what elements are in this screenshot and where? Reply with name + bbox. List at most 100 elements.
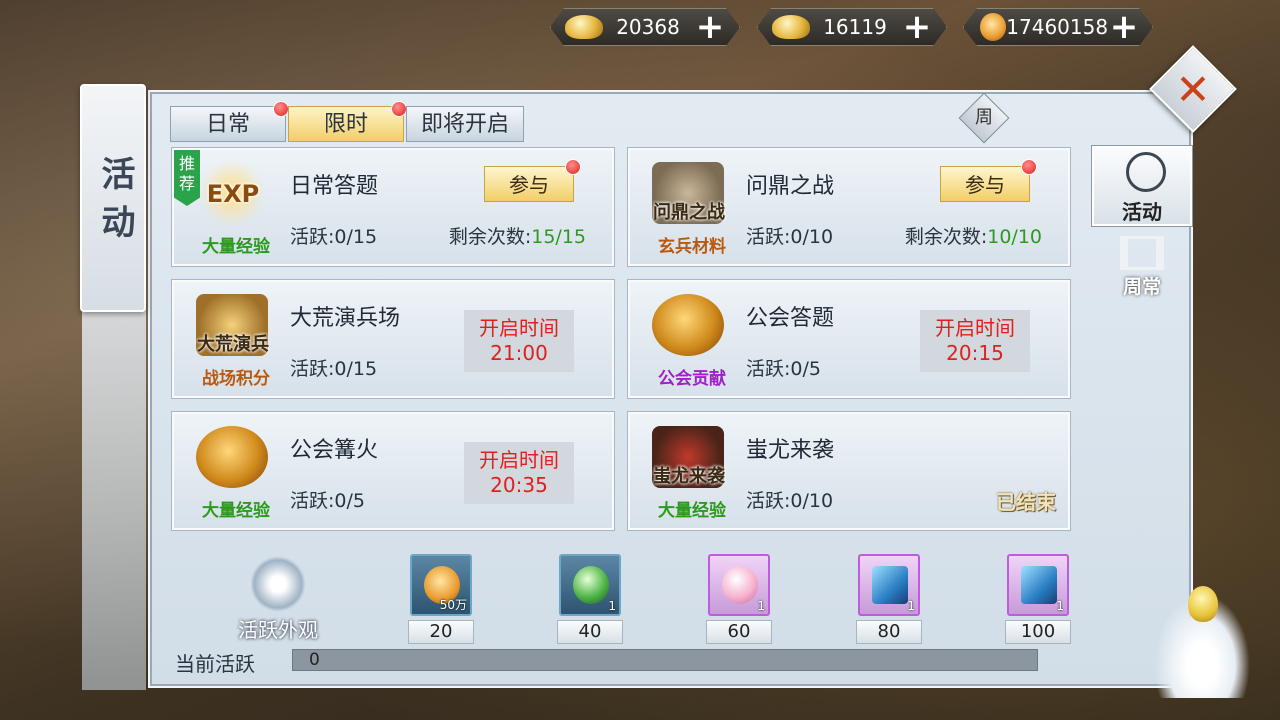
tab-upcoming[interactable]: 即将开启 [406, 106, 524, 142]
tab-limited[interactable]: 限时 [288, 101, 407, 142]
reward-item-20[interactable]: 50万 [410, 554, 472, 616]
reward-item-40[interactable]: 1 [559, 554, 621, 616]
reward-caption: 大量经验 [658, 501, 726, 521]
active-progress-bar: 0 [292, 649, 1038, 671]
activity-card-chiyou: 蚩尤来袭 大量经验 蚩尤来袭 活跃:0/10 已结束 [628, 412, 1070, 530]
locked-gold-ingot-icon [565, 15, 603, 39]
join-button[interactable]: 参与 [484, 159, 581, 202]
week-badge-label: 周 [975, 107, 993, 128]
activity-card-guild-quiz: 公会贡献 公会答题 活跃:0/5 开启时间 20:15 [628, 280, 1070, 398]
activity-points: 活跃:0/10 [746, 226, 834, 248]
remaining-label: 剩余次数: [448, 226, 532, 248]
activity-card-guild-bonfire: 大量经验 公会篝火 活跃:0/5 开启时间 20:35 [172, 412, 614, 530]
notification-dot-icon [273, 101, 289, 117]
ended-status: 已结束 [996, 490, 1056, 514]
reward-quantity: 1 [757, 599, 765, 613]
add-currency-button[interactable]: + [693, 12, 727, 42]
notification-dot-icon [565, 159, 581, 175]
guild-token-icon [652, 294, 724, 356]
outfit-emblem-icon [250, 556, 306, 612]
activity-card-dahuang: 大荒演兵 战场积分 大荒演兵场 活跃:0/15 开启时间 21:00 [172, 280, 614, 398]
reward-quantity: 1 [1056, 599, 1064, 613]
outfit-label: 活跃外观 [238, 618, 318, 642]
reward-caption: 玄兵材料 [658, 237, 726, 257]
activity-name: 问鼎之战 [746, 174, 835, 199]
activity-name: 公会答题 [746, 306, 835, 331]
page-title-text: 活动 [95, 156, 135, 252]
reward-quantity: 1 [608, 599, 616, 613]
activity-card-wending: 问鼎之战 玄兵材料 问鼎之战 活跃:0/10 剩余次数:10/10 参与 [628, 148, 1070, 266]
tab-bar: 日常 限时 即将开启 [170, 101, 524, 142]
currency-value: 17460158 [1006, 15, 1109, 39]
nav-weekly[interactable]: 周常 [1110, 232, 1174, 298]
blue-token-icon [1021, 566, 1057, 604]
activity-points: 活跃:0/5 [746, 358, 821, 380]
tab-daily[interactable]: 日常 [170, 101, 289, 142]
reward-caption: 公会贡献 [658, 369, 726, 389]
reward-caption: 战场积分 [202, 369, 270, 389]
activity-name: 日常答题 [290, 174, 379, 199]
tab-label: 即将开启 [421, 112, 510, 137]
add-currency-button[interactable]: + [900, 12, 934, 42]
activity-points: 活跃:0/15 [290, 226, 378, 248]
nav-activity[interactable]: 活动 [1092, 146, 1192, 226]
activity-points: 活跃:0/5 [290, 490, 365, 512]
blue-token-icon [872, 566, 908, 604]
open-time-label: 开启时间 [479, 316, 559, 340]
open-time-label: 开启时间 [479, 448, 559, 472]
side-scroll-decoration [82, 300, 146, 690]
open-time-box: 开启时间 20:15 [920, 310, 1030, 372]
icon-label: 蚩尤来袭 [653, 466, 725, 487]
milestone-label: 60 [706, 620, 772, 644]
join-button[interactable]: 参与 [940, 159, 1037, 202]
open-time-box: 开启时间 20:35 [464, 442, 574, 504]
open-time-value: 20:15 [946, 341, 1004, 365]
guild-token-icon [196, 426, 268, 488]
current-active-label: 当前活跃 [175, 652, 255, 676]
join-label: 参与 [509, 173, 549, 197]
reward-quantity: 50万 [439, 598, 467, 612]
open-time-value: 21:00 [490, 341, 548, 365]
milestone-label: 20 [408, 620, 474, 644]
nav-weekly-label: 周常 [1122, 276, 1161, 298]
open-time-box: 开启时间 21:00 [464, 310, 574, 372]
reward-item-100[interactable]: 1 [1007, 554, 1069, 616]
activity-points: 活跃:0/10 [746, 490, 834, 512]
gold-ingot-icon [772, 15, 810, 39]
open-time-value: 20:35 [490, 473, 548, 497]
currency-value: 16119 [823, 15, 887, 39]
reward-item-60[interactable]: 1 [708, 554, 770, 616]
reward-item-80[interactable]: 1 [858, 554, 920, 616]
milestone-label: 40 [557, 620, 623, 644]
remaining-value: 15/15 [531, 226, 586, 248]
tab-label: 日常 [205, 112, 250, 137]
open-time-label: 开启时间 [935, 316, 1015, 340]
milestone-label: 80 [856, 620, 922, 644]
remaining-label: 剩余次数: [904, 226, 988, 248]
current-active-value: 0 [309, 650, 320, 670]
activity-name: 蚩尤来袭 [746, 438, 835, 463]
scroll-icon [1120, 236, 1164, 270]
active-outfit[interactable]: 活跃外观 [228, 556, 328, 642]
add-currency-button[interactable]: + [1108, 12, 1140, 42]
nav-activity-label: 活动 [1122, 200, 1162, 224]
remaining-value: 10/10 [987, 226, 1042, 248]
tab-label: 限时 [323, 112, 368, 137]
reward-caption: 大量经验 [202, 237, 270, 257]
activity-card-daily-quiz: 推荐 EXP 大量经验 日常答题 活跃:0/15 剩余次数:15/15 参与 [172, 148, 614, 266]
activity-name: 公会篝火 [290, 438, 379, 463]
notification-dot-icon [391, 101, 407, 117]
currency-value: 20368 [616, 15, 680, 39]
copper-coin-icon [980, 13, 1006, 41]
remaining-count: 剩余次数:15/15 [449, 222, 586, 249]
currency-locked-gold: 20368 + [550, 8, 740, 46]
icon-label: 大荒演兵 [197, 334, 269, 355]
currency-copper: 17460158 + [963, 8, 1153, 46]
lotus-bud-decoration [1188, 586, 1218, 622]
reward-quantity: 1 [907, 599, 915, 613]
icon-label: EXP [206, 180, 260, 208]
currency-gold: 16119 + [757, 8, 947, 46]
reward-caption: 大量经验 [202, 501, 270, 521]
activity-name: 大荒演兵场 [290, 306, 401, 331]
join-label: 参与 [965, 173, 1005, 197]
